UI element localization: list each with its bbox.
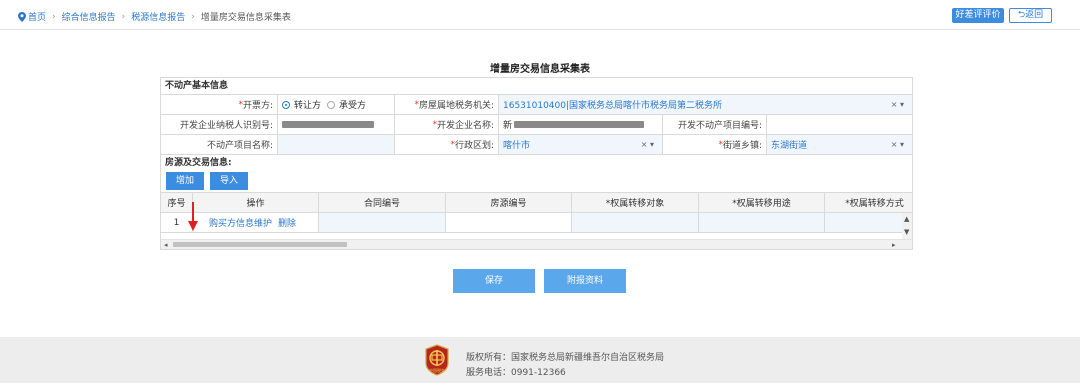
company-name-field[interactable]: 新 xyxy=(499,115,663,134)
breadcrumb-separator: › xyxy=(52,11,56,22)
scroll-left-icon[interactable]: ◂ xyxy=(164,241,168,249)
import-button[interactable]: 导入 xyxy=(210,172,249,190)
taxpayer-id-field[interactable] xyxy=(278,115,395,134)
breadcrumb-home[interactable]: 首页 xyxy=(28,10,46,23)
contract-no-cell[interactable] xyxy=(319,213,446,232)
tax-office-select[interactable]: 16531010400|国家税务总局喀什市税务局第二税务所 × ▾ xyxy=(499,95,912,114)
district-label: * 行政区划: xyxy=(395,135,499,154)
top-bar: 首页 › 综合信息报告 › 税源信息报告 › 增量房交易信息采集表 好差评评价 … xyxy=(0,0,1080,30)
trade-button-row: 增加 导入 xyxy=(161,172,912,192)
tax-logo-icon: 中国税务 xyxy=(425,344,449,376)
row-actions: 购买方信息维护 删除 xyxy=(193,213,319,232)
horizontal-scrollbar[interactable]: ◂ ▸ xyxy=(161,239,912,249)
logo-text: 中国税务 xyxy=(429,367,445,373)
footer-text: 版权所有：国家税务总局新疆维吾尔自治区税务局 服务电话：0991-12366 xyxy=(466,351,664,381)
breadcrumb-separator: › xyxy=(121,11,126,22)
company-name-label: * 开发企业名称: xyxy=(395,115,499,134)
section-basic-title: 不动产基本信息 xyxy=(161,78,912,95)
form-row-2: 开发企业纳税人识别号: * 开发企业名称: 新 开发不动产项目编号: xyxy=(161,115,912,135)
form-row-3: 不动产项目名称: * 行政区划: 喀什市 × ▾ * 街道乡镇: 东湖街道 × ▾ xyxy=(161,135,912,155)
company-name-prefix: 新 xyxy=(503,121,513,131)
attach-button[interactable]: 附报资料 xyxy=(544,269,626,293)
issuer-option-transferor: 转让方 xyxy=(294,101,322,111)
location-icon xyxy=(18,11,26,22)
scroll-down-icon[interactable]: ▼ xyxy=(904,228,909,236)
breadcrumb: 首页 › 综合信息报告 › 税源信息报告 › 增量房交易信息采集表 xyxy=(18,10,291,23)
copyright-text: 版权所有：国家税务总局新疆维吾尔自治区税务局 xyxy=(466,353,665,363)
house-no-cell[interactable] xyxy=(446,213,572,232)
red-arrow-annotation xyxy=(188,202,198,231)
scroll-right-icon[interactable]: ▸ xyxy=(892,241,896,249)
back-icon: ⮌ xyxy=(1017,10,1026,20)
trade-grid: 序号 操作 合同编号 房源编号 *权属转移对象 *权属转移用途 *权属转移方式 … xyxy=(161,192,912,249)
table-row: 1 购买方信息维护 删除 xyxy=(161,213,912,233)
action-bar: 保存 附报资料 xyxy=(0,269,1080,293)
scroll-up-icon[interactable]: ▲ xyxy=(904,215,909,223)
district-value: 喀什市 xyxy=(503,141,531,151)
street-label: * 街道乡镇: xyxy=(663,135,767,154)
column-header: 合同编号 xyxy=(319,193,446,212)
issuer-option-assignee: 承受方 xyxy=(339,101,367,111)
transfer-object-cell[interactable] xyxy=(572,213,699,232)
service-phone: 服务电话：0991-12366 xyxy=(466,368,566,378)
column-header: *权属转移方式 xyxy=(825,193,912,212)
breadcrumb-item-tax-source[interactable]: 税源信息报告 xyxy=(131,10,185,23)
issuer-label: * 开票方: xyxy=(161,95,278,114)
tax-office-value: 16531010400|国家税务总局喀什市税务局第二税务所 xyxy=(503,101,723,111)
transfer-usage-cell[interactable] xyxy=(699,213,825,232)
breadcrumb-item-comprehensive[interactable]: 综合信息报告 xyxy=(62,10,116,23)
street-value: 东湖街道 xyxy=(771,141,808,151)
project-name-field[interactable] xyxy=(278,135,395,154)
scroll-thumb[interactable] xyxy=(173,242,347,247)
clear-icon[interactable]: × ▾ xyxy=(641,140,654,149)
transfer-method-cell[interactable] xyxy=(825,213,912,232)
tax-office-label: * 房屋属地税务机关: xyxy=(395,95,499,114)
issuer-radio-transferor[interactable] xyxy=(282,100,290,109)
column-header: 操作 xyxy=(193,193,319,212)
section-trade-title: 房源及交易信息: xyxy=(165,158,232,168)
column-header: *权属转移用途 xyxy=(699,193,825,212)
issuer-radio-group: 转让方 承受方 xyxy=(278,95,395,114)
project-name-label: 不动产项目名称: xyxy=(161,135,278,154)
issuer-radio-assignee[interactable] xyxy=(327,100,336,109)
project-no-field[interactable] xyxy=(767,115,912,134)
breadcrumb-current: 增量房交易信息采集表 xyxy=(200,13,291,23)
add-button[interactable]: 增加 xyxy=(166,172,205,190)
column-header: *权属转移对象 xyxy=(572,193,699,212)
page-title: 增量房交易信息采集表 xyxy=(490,64,590,75)
column-header: 房源编号 xyxy=(446,193,572,212)
delete-link[interactable]: 删除 xyxy=(278,216,296,229)
masked-value xyxy=(514,121,645,128)
clear-icon[interactable]: × ▾ xyxy=(891,140,904,149)
district-select[interactable]: 喀什市 × ▾ xyxy=(499,135,663,154)
buyer-info-link[interactable]: 购买方信息维护 xyxy=(209,216,272,229)
taxpayer-id-label: 开发企业纳税人识别号: xyxy=(161,115,278,134)
breadcrumb-separator: › xyxy=(191,11,195,22)
clear-icon[interactable]: × ▾ xyxy=(891,100,904,109)
footer: 中国税务 版权所有：国家税务总局新疆维吾尔自治区税务局 服务电话：0991-12… xyxy=(0,337,1080,383)
form-panel: 不动产基本信息 * 开票方: 转让方 承受方 * 房屋属地税务机关: 1653101… xyxy=(160,77,913,250)
form-row-1: * 开票方: 转让方 承受方 * 房屋属地税务机关: 16531010400|国家税… xyxy=(161,95,912,115)
save-button[interactable]: 保存 xyxy=(453,269,535,293)
vertical-scrollbar[interactable]: ▲ ▼ xyxy=(902,213,912,239)
back-button[interactable]: ⮌返回 xyxy=(1009,8,1052,23)
street-select[interactable]: 东湖街道 × ▾ xyxy=(767,135,912,154)
grid-header: 序号 操作 合同编号 房源编号 *权属转移对象 *权属转移用途 *权属转移方式 xyxy=(161,193,912,213)
rate-button[interactable]: 好差评评价 xyxy=(952,8,1004,23)
masked-value xyxy=(282,121,374,128)
back-label: 返回 xyxy=(1025,10,1044,20)
project-no-label: 开发不动产项目编号: xyxy=(663,115,767,134)
